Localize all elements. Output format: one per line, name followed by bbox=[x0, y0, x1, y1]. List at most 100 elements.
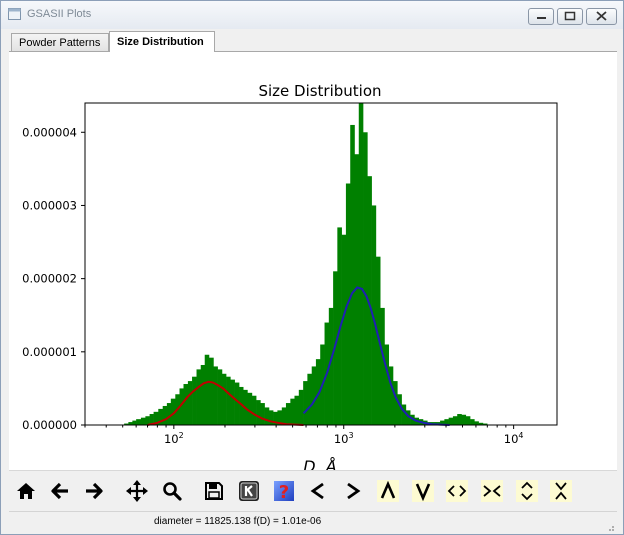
histogram-bar bbox=[380, 307, 385, 425]
histogram-bar bbox=[388, 366, 394, 425]
y-tick-label: 0.000002 bbox=[22, 272, 77, 286]
histogram-bar bbox=[281, 407, 287, 425]
angle-left-icon bbox=[310, 482, 324, 500]
shrink-vertical-icon bbox=[550, 480, 572, 502]
histogram-bar bbox=[221, 373, 227, 425]
histogram-bar bbox=[452, 416, 458, 425]
save-button[interactable] bbox=[201, 477, 227, 505]
svg-text:?: ? bbox=[279, 482, 289, 502]
gsasii-plots-window: GSASII Plots Powder Patterns Size Distri… bbox=[0, 0, 624, 535]
histogram-bar bbox=[196, 369, 202, 425]
help-button[interactable]: ? bbox=[271, 477, 297, 505]
histogram-bars bbox=[124, 103, 488, 425]
histogram-bar bbox=[457, 414, 462, 425]
histogram-bar bbox=[208, 357, 214, 425]
histogram-bar bbox=[285, 403, 291, 425]
caret-down-icon bbox=[412, 480, 434, 502]
shrink-horizontal-icon bbox=[481, 480, 503, 502]
home-button[interactable] bbox=[13, 477, 39, 505]
resize-grip-icon[interactable] bbox=[605, 522, 615, 532]
expand-x-button[interactable] bbox=[444, 477, 470, 505]
histogram-bar bbox=[256, 400, 261, 425]
tab-powder-patterns[interactable]: Powder Patterns bbox=[11, 33, 109, 51]
arrow-right-icon bbox=[86, 482, 103, 500]
shift-left-button[interactable] bbox=[305, 477, 331, 505]
histogram-bar bbox=[200, 364, 206, 425]
x-tick-label: 102 bbox=[164, 431, 184, 446]
y-axis: 0.000000 0.000001 0.000002 0.000003 0.000004 bbox=[22, 125, 85, 432]
histogram-bar bbox=[448, 417, 454, 425]
histogram-bar bbox=[192, 376, 197, 425]
shift-right-button[interactable] bbox=[340, 477, 366, 505]
zoom-button[interactable] bbox=[159, 477, 185, 505]
chart-title: Size Distribution bbox=[258, 82, 381, 100]
histogram-bar bbox=[393, 381, 398, 425]
floppy-icon bbox=[205, 482, 223, 500]
histogram-bar bbox=[136, 419, 142, 425]
histogram-bar bbox=[303, 381, 308, 425]
back-button[interactable] bbox=[47, 477, 73, 505]
expand-vertical-icon bbox=[516, 480, 538, 502]
status-bar: diameter = 11825.138 f(D) = 1.01e-06 bbox=[9, 511, 617, 534]
histogram-bar bbox=[311, 366, 317, 425]
shrink-x-button[interactable] bbox=[479, 477, 505, 505]
maximize-icon bbox=[564, 11, 576, 21]
app-icon bbox=[8, 8, 21, 20]
pan-button[interactable] bbox=[124, 477, 150, 505]
histogram-bar bbox=[350, 124, 355, 425]
shift-up-button[interactable] bbox=[375, 477, 401, 505]
histogram-bar bbox=[226, 376, 231, 425]
histogram-bar bbox=[294, 395, 300, 425]
histogram-bar bbox=[307, 373, 313, 425]
minimize-button[interactable] bbox=[528, 8, 554, 25]
maximize-button[interactable] bbox=[557, 8, 583, 25]
histogram-bar bbox=[183, 384, 189, 425]
x-axis-label: D, Å bbox=[303, 457, 336, 470]
size-distribution-chart[interactable]: Size Distribution 0.0000000.0000010.0000… bbox=[9, 52, 617, 476]
histogram-bar bbox=[230, 379, 235, 425]
cursor-readout: diameter = 11825.138 f(D) = 1.01e-06 bbox=[154, 516, 322, 527]
histogram-bar bbox=[341, 234, 347, 425]
x-axis: 102 103 104 bbox=[84, 425, 523, 446]
histogram-bar bbox=[260, 403, 265, 425]
minimize-icon bbox=[537, 17, 546, 19]
angle-right-icon bbox=[347, 482, 361, 500]
y-tick-label: 0.000004 bbox=[22, 125, 77, 139]
x-tick-label: 103 bbox=[334, 431, 354, 446]
arrow-left-icon bbox=[51, 482, 68, 500]
histogram-bar bbox=[465, 416, 471, 425]
close-icon bbox=[596, 11, 607, 21]
magnifier-icon bbox=[163, 482, 182, 501]
histogram-bar bbox=[162, 405, 168, 425]
expand-horizontal-icon bbox=[446, 480, 468, 502]
histogram-bar bbox=[140, 417, 146, 425]
tab-size-distribution[interactable]: Size Distribution bbox=[109, 31, 215, 52]
histogram-bar bbox=[470, 419, 475, 425]
keyboard-k-icon bbox=[239, 481, 259, 501]
histogram-bar bbox=[234, 382, 240, 425]
histogram-bar bbox=[363, 132, 368, 425]
key-press-button[interactable] bbox=[236, 477, 262, 505]
close-button[interactable] bbox=[586, 8, 617, 25]
forward-button[interactable] bbox=[81, 477, 107, 505]
shrink-y-button[interactable] bbox=[548, 477, 574, 505]
y-tick-label: 0.000003 bbox=[22, 198, 77, 212]
shift-down-button[interactable] bbox=[410, 477, 436, 505]
histogram-bar bbox=[213, 366, 218, 425]
histogram-bar bbox=[204, 354, 210, 425]
expand-y-button[interactable] bbox=[514, 477, 540, 505]
histogram-bar bbox=[132, 420, 137, 425]
histogram-bar bbox=[461, 414, 467, 425]
histogram-bar bbox=[290, 398, 295, 425]
histogram-bar bbox=[217, 369, 223, 425]
histogram-bar bbox=[251, 395, 257, 425]
histogram-bar bbox=[247, 392, 253, 425]
histogram-bar bbox=[187, 381, 193, 425]
title-bar[interactable]: GSASII Plots bbox=[1, 1, 623, 29]
y-tick-label: 0.000000 bbox=[22, 418, 77, 432]
plot-toolbar: ? bbox=[9, 470, 617, 511]
caret-up-icon bbox=[377, 480, 399, 502]
histogram-bar bbox=[358, 103, 364, 425]
question-icon: ? bbox=[274, 481, 294, 502]
plot-canvas[interactable]: Size Distribution 0.000000 0.000001 0.0000… bbox=[9, 52, 617, 476]
